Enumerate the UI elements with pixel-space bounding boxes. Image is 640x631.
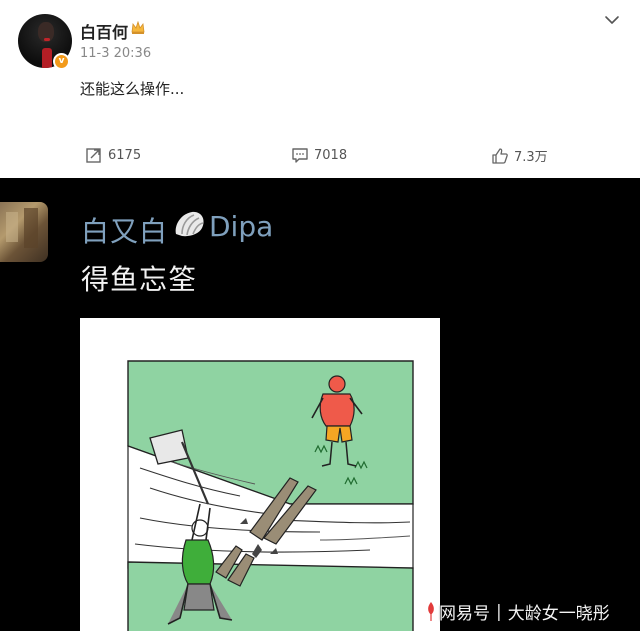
like-button[interactable]: 7.3万 (491, 146, 548, 165)
embedded-tag: Dipa (209, 210, 274, 243)
crown-icon (131, 21, 145, 34)
cartoon-image (80, 318, 440, 631)
cartoon-illustration (127, 360, 414, 631)
post-text: 还能这么操作... (80, 80, 185, 98)
netease-logo-icon (428, 601, 434, 621)
watermark-separator: | (496, 601, 502, 622)
repost-count: 6175 (108, 147, 142, 163)
embedded-username: 白又白 (81, 215, 169, 248)
post-header: v 白百何 11-3 20:36 还能这么操作... 6175 7018 7.3… (0, 0, 640, 178)
post-timestamp[interactable]: 11-3 20:36 (80, 46, 151, 61)
comment-count: 7018 (314, 147, 348, 163)
post-actions: 6175 7018 7.3万 (0, 140, 640, 172)
embedded-avatar-detail (24, 208, 38, 248)
watermark: 网易号 | 大龄女一晓彤 (425, 599, 610, 624)
username[interactable]: 白百何 (80, 19, 128, 43)
avatar-lips (44, 38, 50, 41)
thumbs-up-icon (492, 147, 508, 164)
watermark-author: 大龄女一晓彤 (507, 604, 610, 624)
embedded-avatar (0, 202, 48, 262)
avatar-red-garment (42, 48, 52, 68)
chevron-down-icon[interactable] (604, 14, 620, 26)
repost-button[interactable]: 6175 (85, 146, 141, 164)
comment-button[interactable]: 7018 (291, 146, 347, 164)
embedded-screenshot[interactable]: 白又白 Dipa 得鱼忘筌 网易号 | 大龄女一晓彤 (0, 178, 640, 631)
shell-icon (175, 211, 204, 237)
embedded-avatar-detail (6, 212, 18, 242)
watermark-source: 网易号 (439, 604, 490, 624)
repost-icon (86, 148, 101, 163)
comment-icon (292, 148, 308, 163)
like-count: 7.3万 (514, 150, 548, 165)
embedded-text: 得鱼忘筌 (81, 263, 198, 296)
verified-badge-icon: v (53, 53, 70, 70)
